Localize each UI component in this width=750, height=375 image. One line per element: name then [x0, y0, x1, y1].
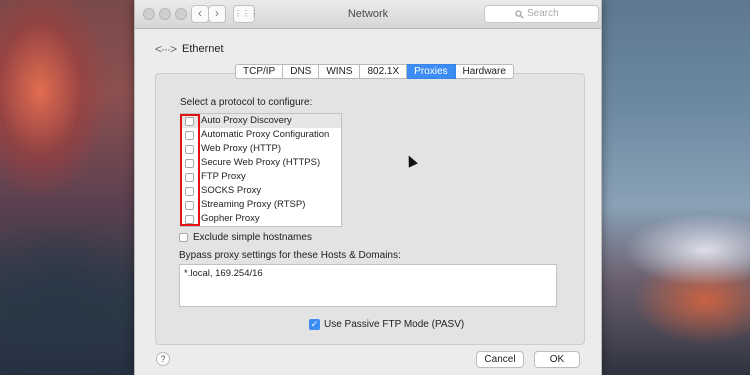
search-placeholder: Search — [527, 8, 559, 19]
tab-dns[interactable]: DNS — [283, 64, 320, 79]
search-icon — [515, 6, 524, 25]
desktop-wallpaper-right — [595, 0, 750, 375]
protocol-label: Web Proxy (HTTP) — [201, 143, 282, 154]
ethernet-icon: <···> — [155, 42, 177, 56]
protocol-label: Automatic Proxy Configuration — [201, 129, 330, 140]
tab-hardware[interactable]: Hardware — [455, 64, 514, 79]
protocol-list: Auto Proxy Discovery Automatic Proxy Con… — [180, 113, 342, 227]
cancel-button[interactable]: Cancel — [476, 351, 524, 368]
protocol-automatic-proxy-configuration[interactable]: Automatic Proxy Configuration — [181, 128, 341, 142]
tab-bar: TCP/IP DNS WINS 802.1X Proxies Hardware — [235, 64, 514, 79]
protocol-ftp-proxy[interactable]: FTP Proxy — [181, 170, 341, 184]
checkmark-icon[interactable]: ✓ — [309, 319, 320, 330]
tab-tcpip[interactable]: TCP/IP — [235, 64, 284, 79]
bypass-hosts-field[interactable]: *.local, 169.254/16 — [179, 264, 557, 307]
interface-name: Ethernet — [182, 43, 224, 55]
protocol-label: Gopher Proxy — [201, 213, 260, 224]
protocol-secure-web-proxy-https[interactable]: Secure Web Proxy (HTTPS) — [181, 156, 341, 170]
protocol-socks-proxy[interactable]: SOCKS Proxy — [181, 184, 341, 198]
passive-ftp-label: Use Passive FTP Mode (PASV) — [324, 319, 465, 330]
ok-button[interactable]: OK — [534, 351, 580, 368]
exclude-label: Exclude simple hostnames — [193, 232, 312, 243]
protocol-label: Auto Proxy Discovery — [201, 115, 292, 126]
search-input[interactable]: Search — [484, 5, 599, 23]
protocol-label: SOCKS Proxy — [201, 185, 262, 196]
tab-wins[interactable]: WINS — [319, 64, 361, 79]
protocol-select-label: Select a protocol to configure: — [180, 97, 313, 108]
protocol-streaming-proxy-rtsp[interactable]: Streaming Proxy (RTSP) — [181, 198, 341, 212]
protocol-web-proxy-http[interactable]: Web Proxy (HTTP) — [181, 142, 341, 156]
protocol-auto-proxy-discovery[interactable]: Auto Proxy Discovery — [181, 114, 341, 128]
question-icon: ? — [160, 354, 166, 364]
tab-proxies[interactable]: Proxies — [407, 64, 456, 79]
tab-8021x[interactable]: 802.1X — [360, 64, 408, 79]
desktop-wallpaper-left — [0, 0, 150, 375]
protocol-label: Streaming Proxy (RTSP) — [201, 199, 306, 210]
checkbox-highlight-box — [180, 114, 200, 226]
protocol-label: Secure Web Proxy (HTTPS) — [201, 157, 321, 168]
exclude-checkbox[interactable] — [179, 233, 188, 242]
protocol-label: FTP Proxy — [201, 171, 246, 182]
network-window: ‹ › ⋮⋮⋮ Network Search <···> Ethernet TC… — [134, 0, 602, 375]
help-button[interactable]: ? — [156, 352, 170, 366]
bypass-label: Bypass proxy settings for these Hosts & … — [179, 250, 401, 261]
protocol-gopher-proxy[interactable]: Gopher Proxy — [181, 212, 341, 226]
title-bar: ‹ › ⋮⋮⋮ Network Search — [135, 0, 601, 29]
